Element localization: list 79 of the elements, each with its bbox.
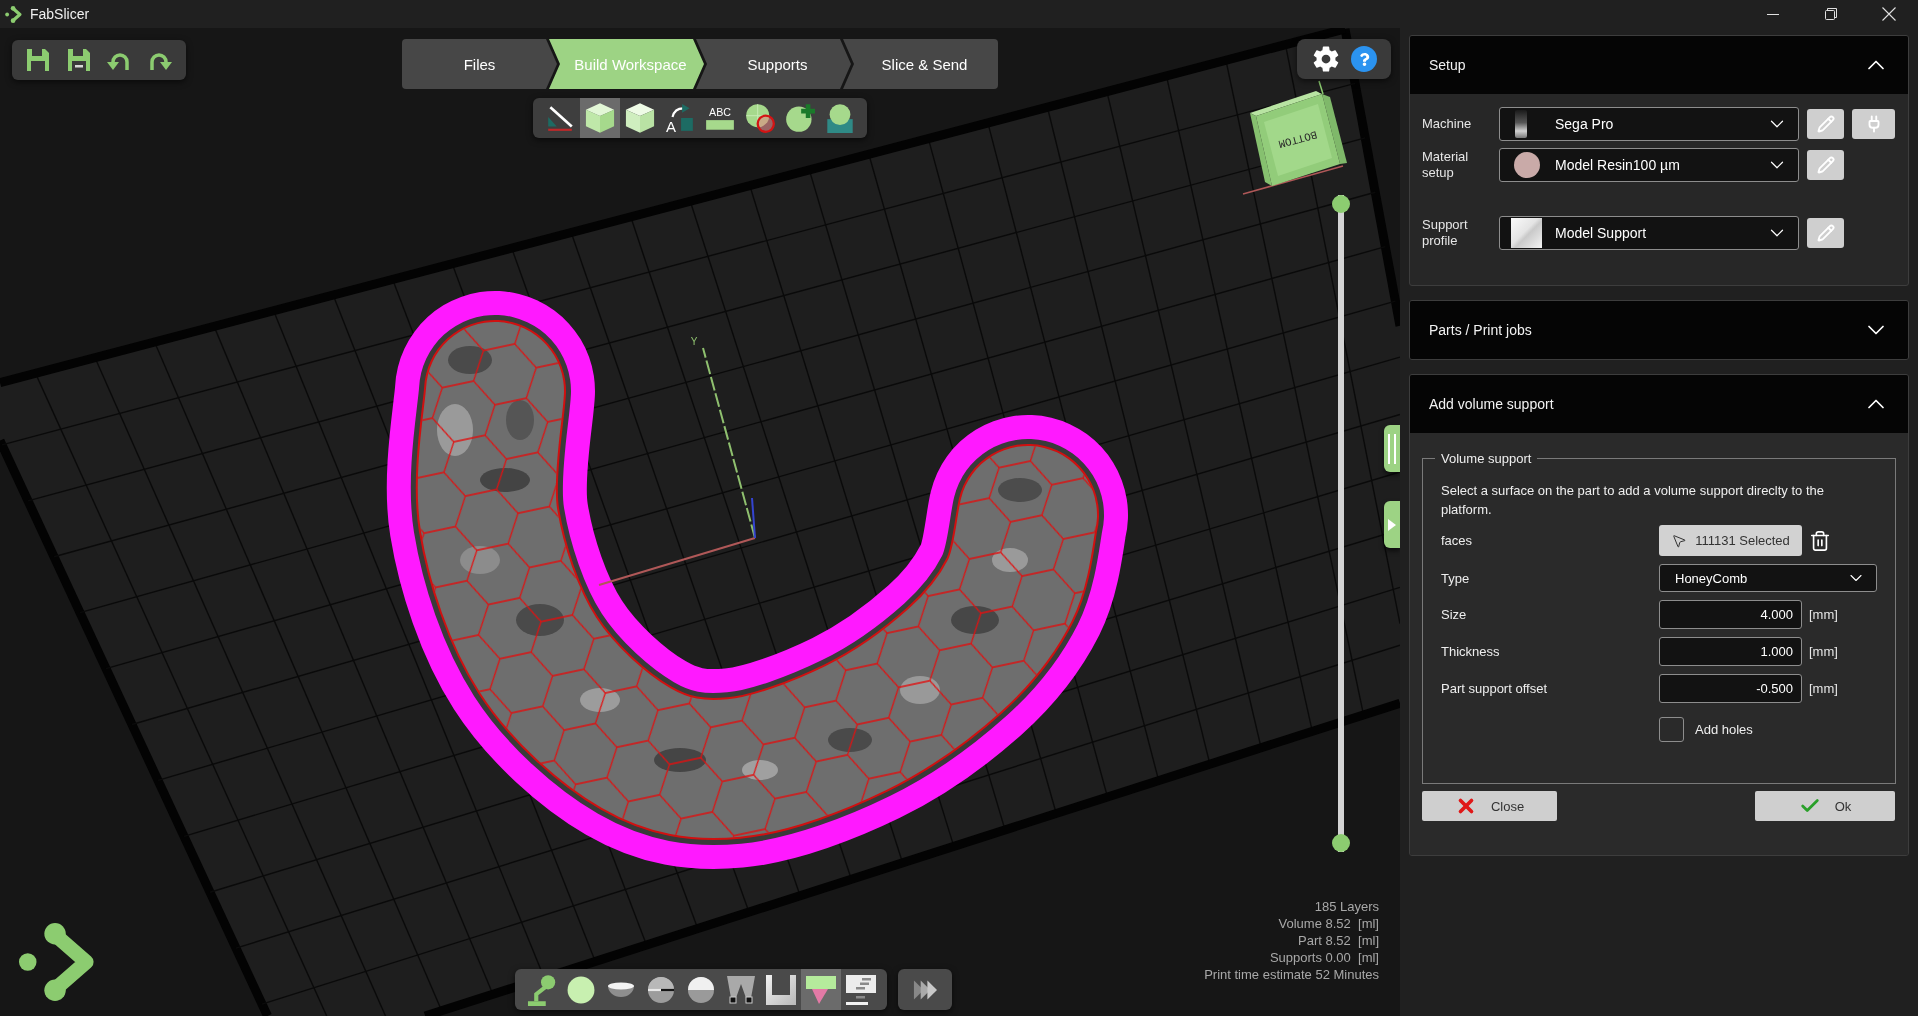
slice-run-button[interactable] (898, 969, 952, 1010)
half-sphere-icon (688, 976, 714, 1003)
field-label: Part support offset (1441, 681, 1548, 696)
stats-text: Part 8.52 [ml] (1298, 932, 1379, 949)
support-dropdown[interactable]: Model Support (1499, 216, 1799, 250)
fast-forward-icon (913, 977, 937, 1002)
stats-text: Print time estimate 52 Minutes (1204, 966, 1379, 983)
slider-thumb[interactable] (1332, 834, 1350, 852)
unit-label: [mm] (1809, 607, 1838, 622)
field-label: Size (1441, 607, 1468, 622)
panel-header[interactable]: Setup (1410, 36, 1908, 94)
field-label: Type (1441, 570, 1471, 586)
pencil-icon (1816, 115, 1835, 133)
unit-label: [mm] (1809, 644, 1838, 659)
help-icon (1351, 46, 1377, 72)
instruction-text: Select a surface on the part to add a volume support direclty to the platform. (1441, 482, 1825, 519)
field-label: Material setup (1422, 149, 1470, 181)
support-feet-icon (726, 974, 756, 1005)
group-legend: Volume support (1435, 451, 1538, 466)
panel-header[interactable]: Add volume support (1410, 375, 1908, 433)
panel-grip-tab[interactable] (1384, 425, 1400, 472)
save-as-icon (65, 47, 92, 73)
close-button[interactable]: Close (1422, 791, 1557, 821)
face-selection-button[interactable]: 111131 Selected (1659, 525, 1802, 556)
settings-icon (1312, 45, 1340, 73)
cube-icon (624, 102, 656, 134)
machine-dropdown[interactable]: Sega Pro (1499, 107, 1799, 141)
number-input[interactable]: -0.500 (1659, 674, 1802, 703)
tray-icon (766, 974, 796, 1005)
close-icon (1882, 7, 1896, 21)
panel-title: Parts / Print jobs (1429, 322, 1532, 338)
dental-arch-model[interactable] (386, 291, 1128, 869)
restore-icon (1825, 8, 1837, 20)
workflow-tab[interactable]: Slice & Send (843, 39, 998, 89)
window-title: FabSlicer (30, 6, 90, 22)
type-dropdown[interactable]: HoneyComb (1659, 564, 1877, 592)
panel-title: Setup (1429, 57, 1466, 73)
checkbox-label: Add holes (1695, 722, 1753, 737)
sphere-base-icon (825, 103, 855, 133)
cube-icon (584, 102, 616, 134)
support-pin-icon (526, 973, 556, 1006)
material-dropdown[interactable]: Model Resin100 µm (1499, 148, 1799, 182)
stats-text: Supports 0.00 [ml] (1269, 949, 1379, 966)
triangle-right-icon (1388, 518, 1396, 531)
stats-text: 185 Layers (1314, 898, 1379, 915)
printer-photo-placeholder (1515, 110, 1527, 138)
field-label: Thickness (1441, 644, 1501, 659)
unit-label: [mm] (1809, 681, 1838, 696)
field-label: Machine (1422, 116, 1473, 132)
bowl-icon (608, 982, 634, 997)
stats-text: Volume 8.52 [ml] (1278, 915, 1379, 932)
workflow-tab[interactable]: Supports (696, 39, 851, 89)
layer-chart-icon (846, 974, 876, 1005)
pencil-icon (1816, 224, 1835, 242)
panel-expand-tab[interactable] (1384, 501, 1400, 548)
save-icon (25, 47, 52, 73)
pencil-icon (1816, 156, 1835, 174)
overhang-icon (806, 975, 836, 1004)
add-holes-checkbox[interactable] (1659, 717, 1684, 742)
trash-icon[interactable] (1809, 529, 1831, 552)
axis-label: Y (690, 336, 698, 347)
sphere-icon (567, 975, 595, 1004)
number-input[interactable]: 1.000 (1659, 637, 1802, 666)
workflow-tab[interactable]: Files (402, 39, 557, 89)
field-label: Support profile (1422, 217, 1469, 249)
sphere-cut-icon (745, 103, 775, 133)
cursor-icon (1671, 532, 1688, 549)
panel-header[interactable]: Parts / Print jobs (1410, 301, 1908, 359)
ok-button[interactable]: Ok (1755, 791, 1895, 821)
minimize-icon (1767, 13, 1779, 15)
split-sphere-icon (648, 976, 674, 1003)
number-input[interactable]: 4.000 (1659, 600, 1802, 629)
field-label: faces (1441, 533, 1474, 548)
panel-title: Add volume support (1429, 396, 1554, 412)
support-photo-placeholder (1511, 218, 1542, 248)
sphere-add-icon (785, 103, 815, 133)
grip-lines-icon (1387, 433, 1397, 464)
tool-button[interactable] (580, 98, 620, 138)
app-logo (5, 5, 22, 23)
